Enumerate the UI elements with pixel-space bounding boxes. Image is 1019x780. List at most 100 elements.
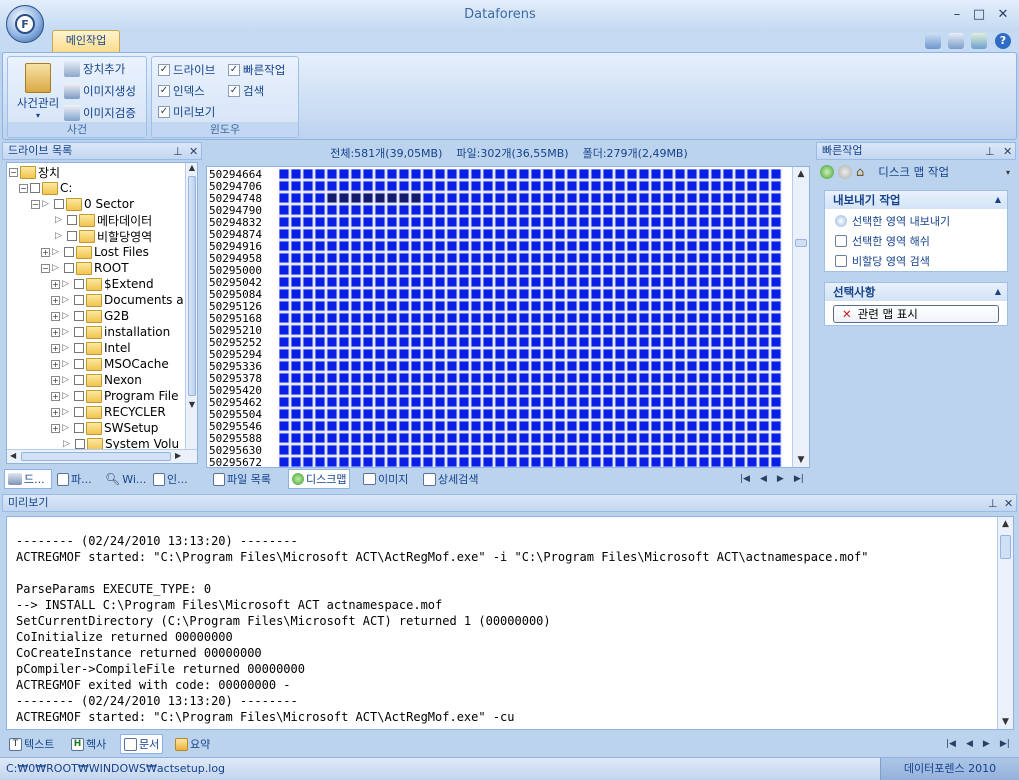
collapse-icon[interactable]: ▲ — [995, 191, 1001, 209]
disk-block[interactable] — [422, 216, 434, 228]
disk-block[interactable] — [506, 240, 518, 252]
disk-block[interactable] — [686, 180, 698, 192]
disk-block[interactable] — [542, 192, 554, 204]
tab-image[interactable]: 이미지 — [360, 469, 411, 489]
disk-block[interactable] — [626, 216, 638, 228]
disk-block[interactable] — [674, 180, 686, 192]
disk-block[interactable] — [458, 372, 470, 384]
disk-block[interactable] — [494, 336, 506, 348]
disk-block[interactable] — [650, 324, 662, 336]
disk-block[interactable] — [698, 300, 710, 312]
disk-block[interactable] — [698, 432, 710, 444]
disk-block[interactable] — [410, 456, 422, 467]
disk-block[interactable] — [290, 312, 302, 324]
disk-block[interactable] — [722, 228, 734, 240]
disk-block[interactable] — [746, 420, 758, 432]
expand-icon[interactable]: + — [41, 247, 50, 257]
disk-block[interactable] — [590, 276, 602, 288]
disk-block[interactable] — [674, 360, 686, 372]
disk-block[interactable] — [446, 396, 458, 408]
disk-block[interactable] — [770, 192, 782, 204]
disk-block[interactable] — [590, 336, 602, 348]
tree-checkbox[interactable] — [67, 215, 77, 225]
disk-block[interactable] — [554, 204, 566, 216]
disk-block[interactable] — [434, 216, 446, 228]
disk-block[interactable] — [770, 228, 782, 240]
disk-block[interactable] — [614, 420, 626, 432]
disk-block[interactable] — [758, 420, 770, 432]
disk-block[interactable] — [506, 169, 518, 180]
disk-block[interactable] — [458, 420, 470, 432]
disk-block[interactable] — [566, 396, 578, 408]
disk-block[interactable] — [314, 252, 326, 264]
disk-block[interactable] — [770, 420, 782, 432]
disk-block[interactable] — [710, 372, 722, 384]
tab-text[interactable]: T 텍스트 — [6, 734, 57, 754]
disk-block[interactable] — [302, 312, 314, 324]
tree-checkbox[interactable] — [74, 343, 84, 353]
disk-block[interactable] — [770, 216, 782, 228]
next-page-icon[interactable]: ▶ — [983, 739, 990, 749]
disk-block[interactable] — [566, 204, 578, 216]
disk-block[interactable] — [626, 312, 638, 324]
collapse-icon[interactable]: ▲ — [995, 283, 1001, 301]
disk-block[interactable] — [590, 372, 602, 384]
disk-block[interactable] — [674, 384, 686, 396]
disk-block[interactable] — [590, 228, 602, 240]
disk-block[interactable] — [302, 216, 314, 228]
disk-block[interactable] — [398, 204, 410, 216]
disk-block[interactable] — [350, 300, 362, 312]
disk-block[interactable] — [686, 276, 698, 288]
disk-block[interactable] — [674, 228, 686, 240]
disk-block[interactable] — [590, 300, 602, 312]
disk-block[interactable] — [698, 396, 710, 408]
disk-block[interactable] — [566, 312, 578, 324]
disk-block[interactable] — [722, 180, 734, 192]
disk-block[interactable] — [734, 169, 746, 180]
disk-block[interactable] — [578, 204, 590, 216]
disk-block[interactable] — [470, 408, 482, 420]
disk-block[interactable] — [386, 216, 398, 228]
disk-block[interactable] — [470, 252, 482, 264]
disk-block[interactable] — [482, 240, 494, 252]
disk-block[interactable] — [470, 372, 482, 384]
disk-block[interactable] — [290, 252, 302, 264]
next-page-icon[interactable]: ▶ — [777, 474, 784, 484]
disk-block[interactable] — [614, 384, 626, 396]
disk-block[interactable] — [374, 276, 386, 288]
tree-checkbox[interactable] — [74, 407, 84, 417]
disk-block[interactable] — [770, 336, 782, 348]
disk-block[interactable] — [554, 360, 566, 372]
disk-block[interactable] — [398, 348, 410, 360]
disk-block[interactable] — [758, 252, 770, 264]
disk-block[interactable] — [362, 300, 374, 312]
tree-node-intel[interactable]: + ▷ Intel — [51, 340, 131, 356]
disk-block[interactable] — [686, 420, 698, 432]
disk-block[interactable] — [338, 408, 350, 420]
disk-block[interactable] — [770, 324, 782, 336]
disk-block[interactable] — [374, 336, 386, 348]
tab-hex[interactable]: H 헥사 — [68, 734, 109, 754]
disk-block[interactable] — [386, 408, 398, 420]
case-manage-button[interactable]: 사건관리 ▾ — [14, 61, 62, 120]
disk-block[interactable] — [518, 169, 530, 180]
expand-icon[interactable]: + — [51, 311, 60, 321]
disk-block[interactable] — [530, 169, 542, 180]
disk-block[interactable] — [279, 372, 290, 384]
disk-block[interactable] — [530, 180, 542, 192]
disk-block[interactable] — [374, 204, 386, 216]
disk-block[interactable] — [482, 228, 494, 240]
disk-block[interactable] — [566, 384, 578, 396]
disk-block[interactable] — [482, 432, 494, 444]
disk-block[interactable] — [458, 204, 470, 216]
disk-block[interactable] — [374, 372, 386, 384]
disk-block[interactable] — [314, 192, 326, 204]
disk-block[interactable] — [722, 444, 734, 456]
disk-block[interactable] — [314, 384, 326, 396]
disk-block[interactable] — [398, 276, 410, 288]
disk-block[interactable] — [326, 204, 338, 216]
disk-block[interactable] — [722, 288, 734, 300]
tree-hscrollbar[interactable]: ◀ ▶ — [7, 449, 197, 463]
disk-block[interactable] — [530, 300, 542, 312]
disk-block[interactable] — [698, 372, 710, 384]
